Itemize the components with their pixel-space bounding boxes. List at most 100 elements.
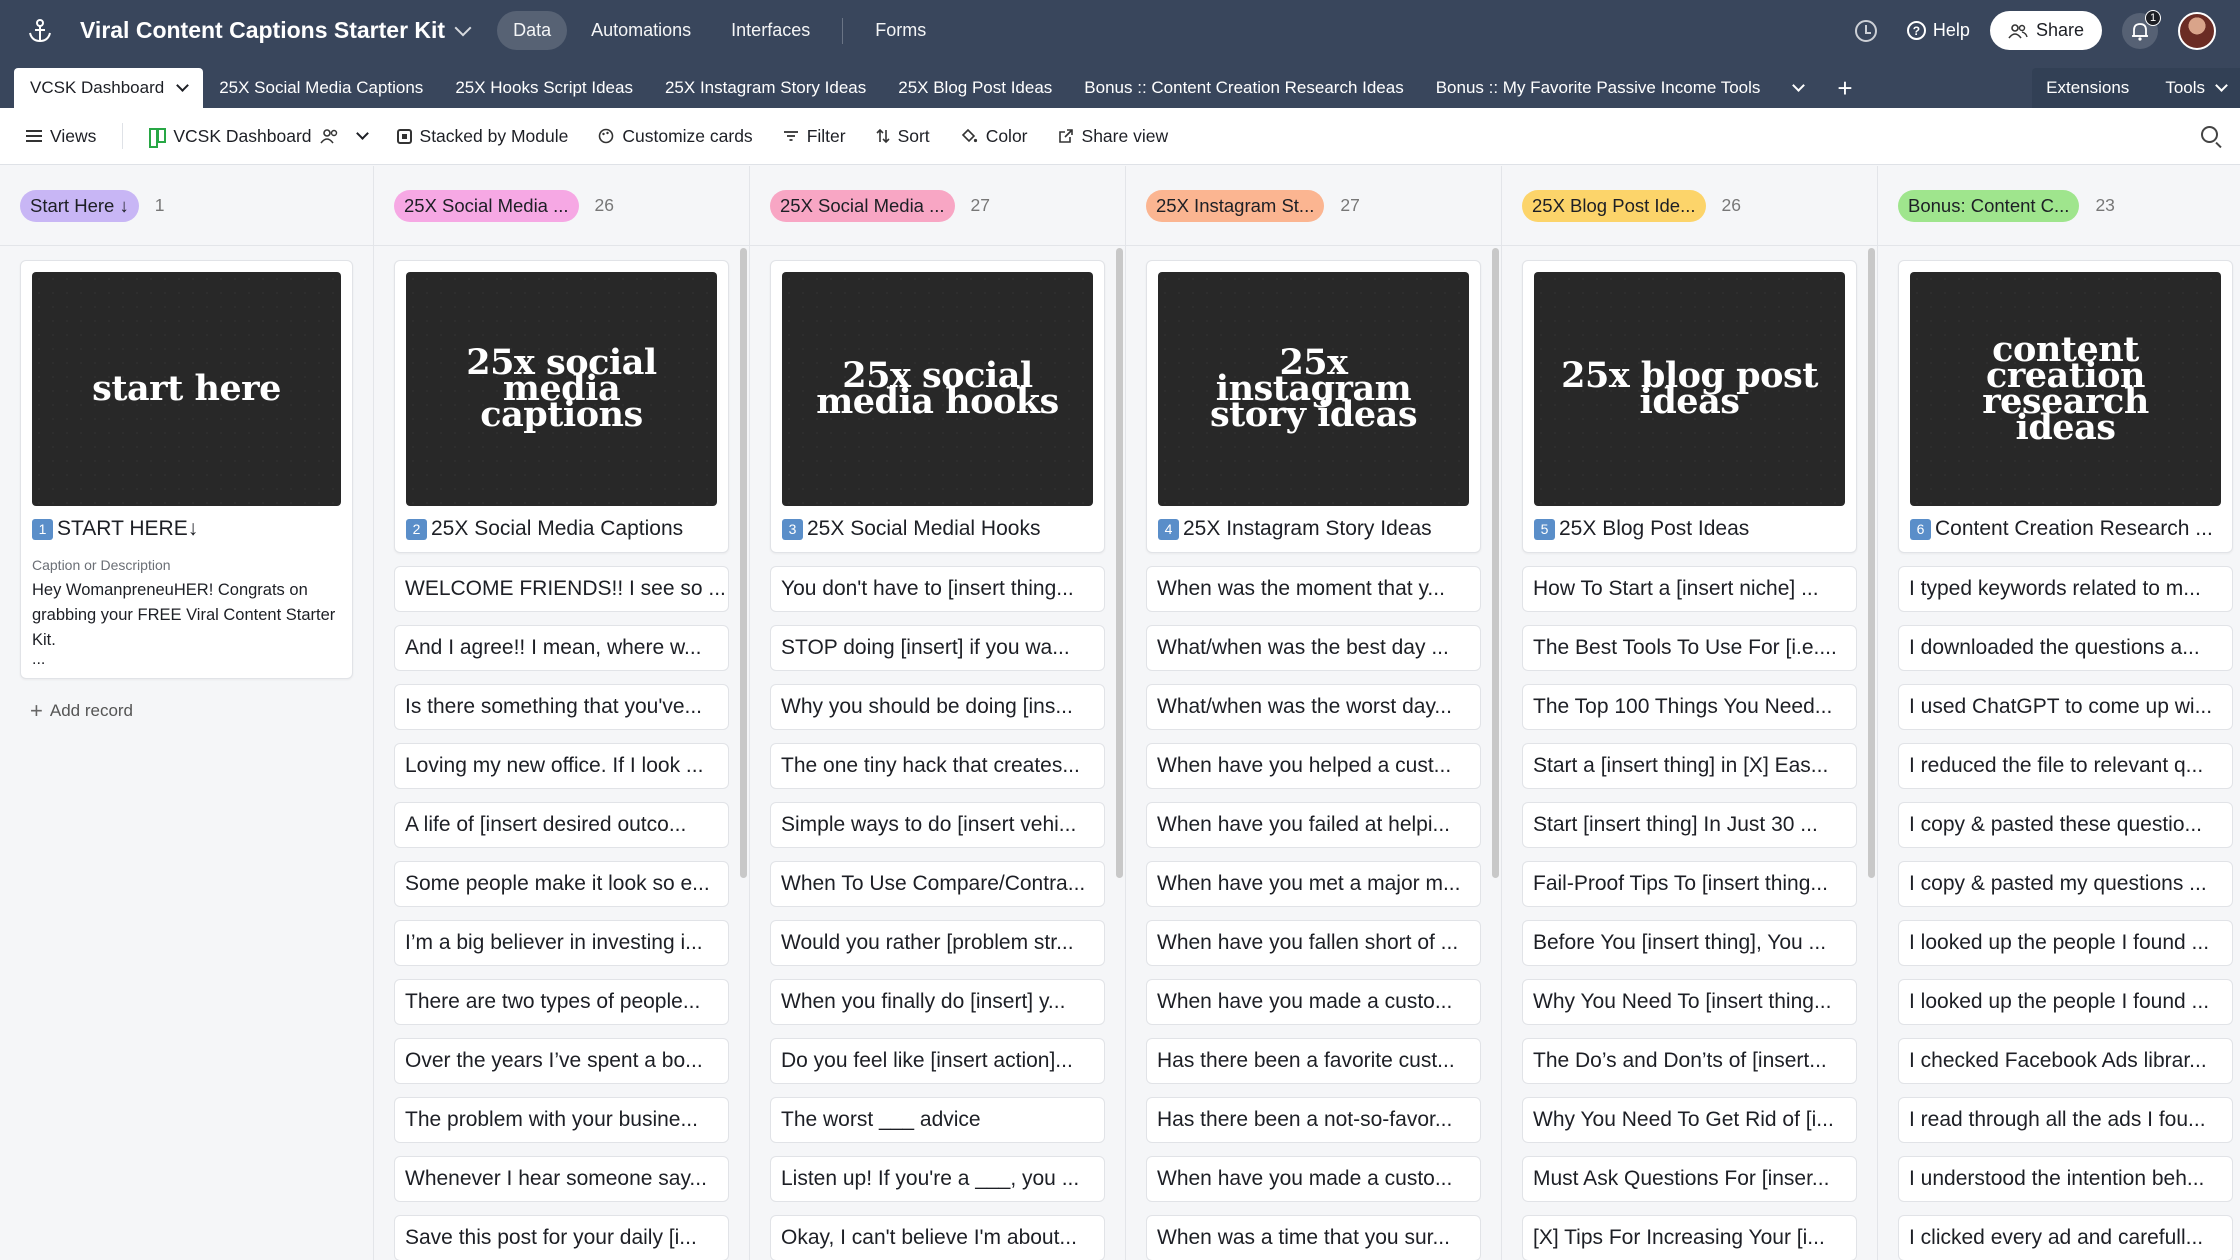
record-card[interactable]: Has there been a favorite cust... bbox=[1146, 1038, 1481, 1084]
record-card[interactable]: Some people make it look so e... bbox=[394, 861, 729, 907]
tab-passive-income-tools[interactable]: Bonus :: My Favorite Passive Income Tool… bbox=[1420, 68, 1777, 108]
record-card[interactable]: Why You Need To Get Rid of [i... bbox=[1522, 1097, 1857, 1143]
base-name-dropdown[interactable]: Viral Content Captions Starter Kit bbox=[80, 17, 472, 44]
record-card[interactable]: 25x instagram story ideas 4 25X Instagra… bbox=[1146, 260, 1481, 553]
record-card[interactable]: Over the years I’ve spent a bo... bbox=[394, 1038, 729, 1084]
record-card[interactable]: Save this post for your daily [i... bbox=[394, 1215, 729, 1260]
record-card[interactable]: I read through all the ads I fou... bbox=[1898, 1097, 2233, 1143]
stacked-by-button[interactable]: Stacked by Module bbox=[396, 126, 568, 147]
record-card[interactable]: The one tiny hack that creates... bbox=[770, 743, 1105, 789]
record-card[interactable]: Okay, I can't believe I'm about... bbox=[770, 1215, 1105, 1260]
tools-button[interactable]: Tools bbox=[2165, 78, 2228, 98]
record-card[interactable]: I copy & pasted my questions ... bbox=[1898, 861, 2233, 907]
record-card[interactable]: When have you helped a cust... bbox=[1146, 743, 1481, 789]
tab-hooks-script-ideas[interactable]: 25X Hooks Script Ideas bbox=[439, 68, 649, 108]
record-card[interactable]: 25x blog post ideas 5 25X Blog Post Idea… bbox=[1522, 260, 1857, 553]
record-card[interactable]: Listen up! If you're a ___, you ... bbox=[770, 1156, 1105, 1202]
nav-forms[interactable]: Forms bbox=[859, 11, 942, 50]
tab-social-media-captions[interactable]: 25X Social Media Captions bbox=[203, 68, 439, 108]
notifications-button[interactable]: 1 bbox=[2122, 9, 2161, 49]
color-button[interactable]: Color bbox=[960, 126, 1028, 147]
record-card[interactable]: When To Use Compare/Contra... bbox=[770, 861, 1105, 907]
search-icon[interactable] bbox=[2201, 126, 2218, 143]
record-card[interactable]: What/when was the worst day... bbox=[1146, 684, 1481, 730]
record-card[interactable]: The Best Tools To Use For [i.e.... bbox=[1522, 625, 1857, 671]
add-table-button[interactable]: + bbox=[1821, 68, 1868, 108]
record-card[interactable]: I clicked every ad and carefull... bbox=[1898, 1215, 2233, 1260]
nav-automations[interactable]: Automations bbox=[575, 11, 707, 50]
scrollbar[interactable] bbox=[740, 248, 747, 878]
stack-label-pill[interactable]: Bonus: Content C... bbox=[1898, 189, 2080, 222]
anchor-logo-icon[interactable] bbox=[0, 0, 80, 61]
record-card[interactable]: When have you failed at helpi... bbox=[1146, 802, 1481, 848]
record-card[interactable]: When was a time that you sur... bbox=[1146, 1215, 1481, 1260]
record-card[interactable]: There are two types of people... bbox=[394, 979, 729, 1025]
record-card[interactable]: The worst ___ advice bbox=[770, 1097, 1105, 1143]
nav-data[interactable]: Data bbox=[497, 11, 568, 50]
record-card[interactable]: The Do’s and Don’ts of [insert... bbox=[1522, 1038, 1857, 1084]
record-card[interactable]: What/when was the best day ... bbox=[1146, 625, 1481, 671]
record-card[interactable]: content creation research ideas 6 Conten… bbox=[1898, 260, 2233, 553]
history-icon[interactable] bbox=[1854, 19, 1877, 42]
record-card[interactable]: Simple ways to do [insert vehi... bbox=[770, 802, 1105, 848]
record-card[interactable]: I reduced the file to relevant q... bbox=[1898, 743, 2233, 789]
record-card[interactable]: Do you feel like [insert action]... bbox=[770, 1038, 1105, 1084]
record-card[interactable]: I copy & pasted these questio... bbox=[1898, 802, 2233, 848]
record-card[interactable]: Why you should be doing [ins... bbox=[770, 684, 1105, 730]
record-card[interactable]: When have you met a major m... bbox=[1146, 861, 1481, 907]
record-card[interactable]: Why You Need To [insert thing... bbox=[1522, 979, 1857, 1025]
filter-button[interactable]: Filter bbox=[783, 126, 846, 147]
record-card[interactable]: The problem with your busine... bbox=[394, 1097, 729, 1143]
record-card[interactable]: Loving my new office. If I look ... bbox=[394, 743, 729, 789]
record-card[interactable]: STOP doing [insert] if you wa... bbox=[770, 625, 1105, 671]
record-card[interactable]: I looked up the people I found ... bbox=[1898, 979, 2233, 1025]
add-record-button[interactable]: + Add record bbox=[20, 698, 353, 724]
nav-interfaces[interactable]: Interfaces bbox=[715, 11, 826, 50]
record-card[interactable]: Start a [insert thing] in [X] Eas... bbox=[1522, 743, 1857, 789]
scrollbar[interactable] bbox=[1492, 248, 1499, 878]
record-card[interactable]: Start [insert thing] In Just 30 ... bbox=[1522, 802, 1857, 848]
view-switcher[interactable]: VCSK Dashboard bbox=[149, 126, 369, 148]
sort-button[interactable]: Sort bbox=[876, 126, 930, 147]
stack-label-pill[interactable]: Start Here ↓ bbox=[20, 189, 139, 222]
tab-content-creation-research[interactable]: Bonus :: Content Creation Research Ideas bbox=[1068, 68, 1419, 108]
record-card[interactable]: I’m a big believer in investing i... bbox=[394, 920, 729, 966]
scrollbar[interactable] bbox=[1116, 248, 1123, 878]
record-card[interactable]: I looked up the people I found ... bbox=[1898, 920, 2233, 966]
record-card[interactable]: I used ChatGPT to come up wi... bbox=[1898, 684, 2233, 730]
record-card[interactable]: I checked Facebook Ads librar... bbox=[1898, 1038, 2233, 1084]
scrollbar[interactable] bbox=[1868, 248, 1875, 878]
record-card[interactable]: I downloaded the questions a... bbox=[1898, 625, 2233, 671]
record-card[interactable]: And I agree!! I mean, where w... bbox=[394, 625, 729, 671]
record-card[interactable]: I understood the intention beh... bbox=[1898, 1156, 2233, 1202]
record-card[interactable]: When have you made a custo... bbox=[1146, 1156, 1481, 1202]
user-avatar[interactable] bbox=[2178, 11, 2216, 50]
record-card[interactable]: Has there been a not-so-favor... bbox=[1146, 1097, 1481, 1143]
record-card[interactable]: Is there something that you've... bbox=[394, 684, 729, 730]
record-card[interactable]: A life of [insert desired outco... bbox=[394, 802, 729, 848]
record-card[interactable]: Must Ask Questions For [inser... bbox=[1522, 1156, 1857, 1202]
help-button[interactable]: ? Help bbox=[1906, 20, 1970, 41]
record-card[interactable]: When have you made a custo... bbox=[1146, 979, 1481, 1025]
tab-vcsk-dashboard[interactable]: VCSK Dashboard bbox=[14, 68, 204, 108]
tab-instagram-story-ideas[interactable]: 25X Instagram Story Ideas bbox=[649, 68, 882, 108]
record-card[interactable]: start here 1 START HERE↓ Caption or Desc… bbox=[20, 260, 353, 679]
record-card[interactable]: The Top 100 Things You Need... bbox=[1522, 684, 1857, 730]
stack-label-pill[interactable]: 25X Instagram St... bbox=[1146, 189, 1325, 222]
record-card[interactable]: Before You [insert thing], You ... bbox=[1522, 920, 1857, 966]
record-card[interactable]: You don't have to [insert thing... bbox=[770, 566, 1105, 612]
record-card[interactable]: Fail-Proof Tips To [insert thing... bbox=[1522, 861, 1857, 907]
stack-label-pill[interactable]: 25X Social Media ... bbox=[394, 189, 579, 222]
record-card[interactable]: Whenever I hear someone say... bbox=[394, 1156, 729, 1202]
stack-label-pill[interactable]: 25X Social Media ... bbox=[770, 189, 955, 222]
extensions-button[interactable]: Extensions bbox=[2046, 78, 2129, 98]
record-card[interactable]: When was the moment that y... bbox=[1146, 566, 1481, 612]
record-card[interactable]: How To Start a [insert niche] ... bbox=[1522, 566, 1857, 612]
tab-blog-post-ideas[interactable]: 25X Blog Post Ideas bbox=[882, 68, 1068, 108]
record-card[interactable]: When have you fallen short of ... bbox=[1146, 920, 1481, 966]
share-button[interactable]: Share bbox=[1989, 11, 2102, 50]
record-card[interactable]: I typed keywords related to m... bbox=[1898, 566, 2233, 612]
record-card[interactable]: When you finally do [insert] y... bbox=[770, 979, 1105, 1025]
customize-cards-button[interactable]: Customize cards bbox=[598, 126, 753, 147]
record-card[interactable]: 25x social media hooks 3 25X Social Medi… bbox=[770, 260, 1105, 553]
